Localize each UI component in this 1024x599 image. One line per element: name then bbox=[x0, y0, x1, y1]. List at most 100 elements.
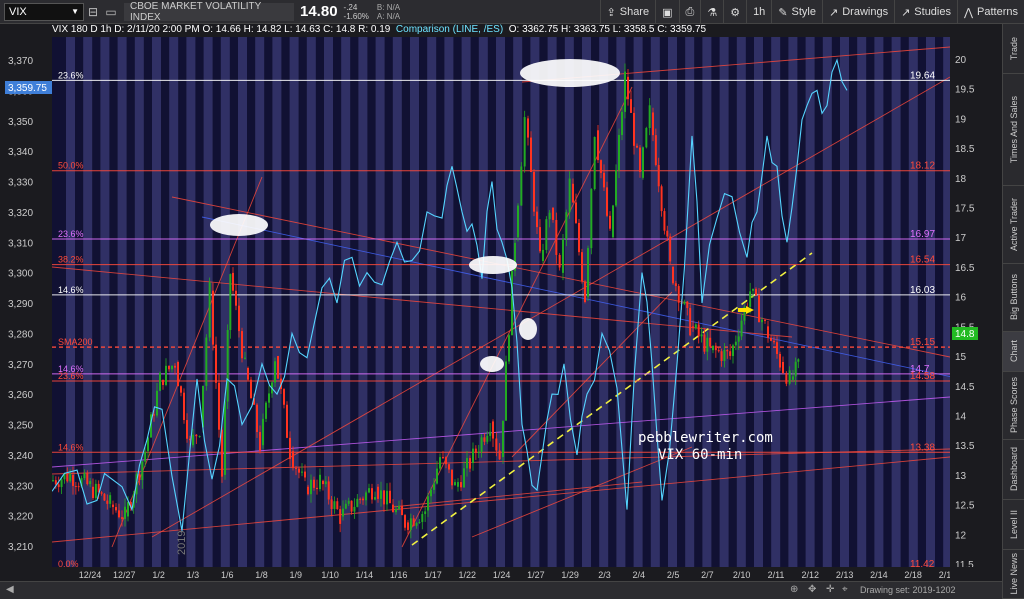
candle-body bbox=[313, 479, 315, 488]
printer-icon: ⎙ bbox=[685, 5, 695, 18]
drawings-button[interactable]: ↗ Drawings bbox=[822, 0, 894, 24]
candle-body bbox=[344, 503, 347, 509]
symbol-selector[interactable]: VIX ▼ bbox=[4, 2, 84, 21]
right-axis-tick: 17.5 bbox=[955, 204, 975, 215]
candle-body bbox=[377, 486, 379, 499]
session-stripe bbox=[891, 37, 901, 567]
tab-active-trader[interactable]: Active Trader bbox=[1003, 186, 1024, 264]
candle-body bbox=[177, 362, 179, 387]
time-axis-label: 1/17 bbox=[424, 570, 442, 580]
style-button[interactable]: ✎ Style bbox=[771, 0, 822, 24]
candle-body bbox=[409, 518, 412, 530]
candle-body bbox=[244, 357, 246, 359]
candle-body bbox=[430, 489, 432, 497]
candle-body bbox=[683, 301, 686, 304]
session-stripe bbox=[358, 37, 368, 567]
candle-body bbox=[505, 361, 507, 421]
candle-body bbox=[758, 295, 760, 323]
candle-body bbox=[729, 351, 732, 356]
candle-body bbox=[734, 341, 737, 346]
tab-level-ii[interactable]: Level II bbox=[1003, 500, 1024, 550]
candle-body bbox=[454, 482, 456, 486]
session-stripe bbox=[375, 37, 385, 567]
candle-body bbox=[404, 515, 406, 528]
candle-body bbox=[530, 137, 532, 172]
candle-body bbox=[121, 517, 123, 519]
candle-body bbox=[77, 486, 80, 488]
candle-body bbox=[421, 514, 424, 522]
candle-body bbox=[627, 76, 629, 100]
session-stripe bbox=[496, 37, 505, 567]
candle-body bbox=[274, 361, 276, 383]
highlight-ellipse bbox=[520, 59, 620, 87]
candle-body bbox=[83, 473, 86, 479]
tab-label: Trade bbox=[1009, 36, 1019, 61]
candle-body bbox=[618, 134, 620, 171]
left-price-axis[interactable]: 3,3703,3603,3503,3403,3303,3203,3103,300… bbox=[0, 37, 52, 567]
right-axis-tick: 12.5 bbox=[955, 501, 975, 512]
candle-body bbox=[356, 498, 359, 507]
zoom-icon[interactable]: ⊕ bbox=[790, 584, 798, 595]
copy-icon[interactable]: ▭ bbox=[102, 3, 120, 21]
candle-body bbox=[250, 379, 252, 399]
candle-body bbox=[336, 501, 339, 510]
change-value: -.24 bbox=[343, 2, 358, 12]
tab-live-news[interactable]: Live News bbox=[1003, 550, 1024, 599]
ask-value: A: N/A bbox=[376, 11, 401, 21]
patterns-button[interactable]: ⋀ Patterns bbox=[957, 0, 1024, 24]
settings-button[interactable]: ⚙ bbox=[723, 0, 746, 24]
crosshair-icon[interactable]: ✛ bbox=[826, 584, 834, 595]
comparison-ohlc: O: 3362.75 H: 3363.75 L: 3358.5 C: 3359.… bbox=[508, 24, 707, 35]
candle-body bbox=[652, 112, 654, 136]
level-left-label: 50.0% bbox=[58, 161, 84, 171]
right-price-axis[interactable]: 2019.51918.51817.51716.51615.51514.51413… bbox=[950, 37, 1002, 571]
chart-canvas[interactable]: 23.6% 19.64 50.0% 18.12 23.6% 16.97 38.2% 16.54… bbox=[51, 37, 953, 570]
tab-chart[interactable]: Chart bbox=[1003, 332, 1024, 372]
share-button[interactable]: ⇪ Share bbox=[599, 0, 656, 24]
tab-dashboard[interactable]: Dashboard bbox=[1003, 440, 1024, 500]
timeframe-selector[interactable]: 1h bbox=[746, 0, 771, 24]
tab-times-and-sales[interactable]: Times And Sales bbox=[1003, 74, 1024, 186]
tab-label: Level II bbox=[1009, 509, 1019, 540]
candle-body bbox=[672, 266, 674, 284]
studies-button[interactable]: ↗ Studies bbox=[894, 0, 957, 24]
session-stripe bbox=[461, 37, 471, 567]
print-button[interactable]: ⎙ bbox=[678, 0, 701, 24]
level-left-label: 23.6% bbox=[58, 371, 84, 381]
candle-body bbox=[794, 361, 797, 377]
tab-big-buttons[interactable]: Big Buttons bbox=[1003, 264, 1024, 332]
time-axis[interactable]: 12/24 12/27 1/2 1/3 1/6 1/8 1/9 1/10 1/14 1/16 1/1… bbox=[52, 567, 956, 581]
candle-body bbox=[198, 436, 201, 438]
left-current-price: 3,359.75 bbox=[8, 83, 47, 94]
link-icon[interactable]: ⊟ bbox=[84, 3, 102, 21]
candle-body bbox=[732, 345, 734, 357]
candle-body bbox=[401, 505, 403, 516]
drawing-set-label[interactable]: Drawing set: 2019-1202 bbox=[860, 585, 956, 595]
left-axis-tick: 3,220 bbox=[8, 512, 33, 523]
magnet-icon[interactable]: ⌖ bbox=[842, 584, 848, 595]
session-stripe bbox=[186, 37, 196, 567]
left-axis-tick: 3,260 bbox=[8, 390, 33, 401]
right-axis-tick: 14 bbox=[955, 411, 967, 422]
candle-body bbox=[460, 482, 462, 488]
candle-body bbox=[749, 291, 752, 307]
time-axis-label: 2/13 bbox=[836, 570, 854, 580]
candle-body bbox=[562, 238, 564, 273]
style-label: Style bbox=[791, 6, 816, 18]
candle-body bbox=[474, 448, 477, 453]
candle-body bbox=[720, 351, 723, 361]
candle-body bbox=[286, 404, 288, 438]
tab-trade[interactable]: Trade bbox=[1003, 24, 1024, 74]
scroll-left-icon[interactable]: ◀ bbox=[6, 584, 14, 595]
pan-icon[interactable]: ✥ bbox=[808, 584, 816, 595]
flask-button[interactable]: ⚗ bbox=[700, 0, 723, 24]
level-right-label: 15.15 bbox=[910, 337, 935, 348]
annotation-line2: VIX 60-min bbox=[658, 447, 742, 463]
candle-body bbox=[162, 379, 164, 385]
candle-body bbox=[235, 290, 237, 306]
snapshot-button[interactable]: ▣ bbox=[655, 0, 678, 24]
candle-body bbox=[445, 457, 447, 465]
candle-body bbox=[692, 326, 694, 329]
tab-phase-scores[interactable]: Phase Scores bbox=[1003, 372, 1024, 440]
price-chart: 23.6% 19.64 50.0% 18.12 23.6% 16.97 38.2% 16.54… bbox=[51, 37, 953, 570]
